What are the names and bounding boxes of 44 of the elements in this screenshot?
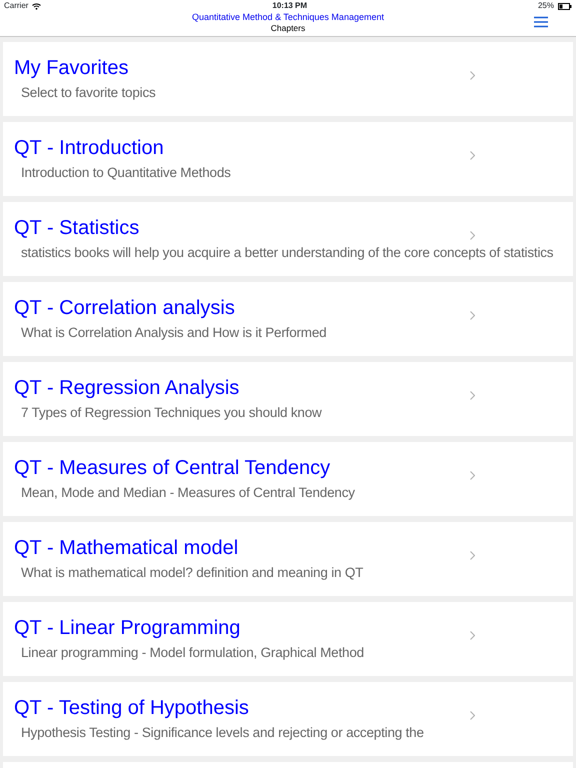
clock-time: 10:13 PM xyxy=(272,0,308,12)
battery-percent: 25% xyxy=(538,0,554,12)
chevron-right-icon xyxy=(470,631,475,640)
chapter-title: QT - Introduction xyxy=(14,136,164,160)
chapter-description: Mean, Mode and Median - Measures of Central Tendency xyxy=(21,484,356,502)
chapter-row[interactable]: QT - Linear Programming Linear programming - Model formulation, Graphical Method xyxy=(3,602,573,676)
chapter-title: QT - Correlation analysis xyxy=(14,296,235,320)
chapter-title: QT - Mathematical model xyxy=(14,536,238,560)
chapter-description: Select to favorite topics xyxy=(21,84,157,102)
chapter-row[interactable]: My Favorites Select to favorite topics xyxy=(3,42,573,116)
chevron-right-icon xyxy=(470,711,475,720)
chapter-row[interactable]: QT - Mathematical model What is mathematical model? definition and meaning in QT xyxy=(3,522,573,596)
chapter-description: statistics books will help you acquire a better understanding of the core concepts of statistics xyxy=(21,244,554,262)
chapter-row[interactable]: QT - Measures of Central Tendency Mean, Mode and Median - Measures of Central Tendency xyxy=(3,442,573,516)
screen-subtitle: Chapters xyxy=(270,23,306,34)
chapter-title: My Favorites xyxy=(14,56,128,80)
chevron-right-icon xyxy=(470,551,475,560)
chapter-description: Hypothesis Testing - Significance levels and rejecting or accepting the xyxy=(21,724,425,742)
chevron-right-icon xyxy=(470,231,475,240)
chapter-row[interactable]: QT - Correlation analysis What is Correlation Analysis and How is it Performed xyxy=(3,282,573,356)
chapter-row[interactable]: QT - Testing of Hypothesis Hypothesis Testing - Significance levels and rejecting or accepting the xyxy=(3,682,573,756)
wifi-icon xyxy=(32,2,42,10)
chevron-right-icon xyxy=(470,151,475,160)
menu-button[interactable] xyxy=(534,16,548,28)
carrier-label: Carrier xyxy=(4,0,28,12)
chapter-title: QT - Measures of Central Tendency xyxy=(14,456,330,480)
chapter-description: Linear programming - Model formulation, Graphical Method xyxy=(21,644,365,662)
chapter-description: Introduction to Quantitative Methods xyxy=(21,164,232,182)
chapter-title: QT - Testing of Hypothesis xyxy=(14,696,249,720)
chevron-right-icon xyxy=(470,471,475,480)
app-title: Quantitative Method & Techniques Management xyxy=(192,12,384,23)
chevron-right-icon xyxy=(470,391,475,400)
chevron-right-icon xyxy=(470,71,475,80)
chapter-description: What is Correlation Analysis and How is it Performed xyxy=(21,324,328,342)
chapter-title: QT - Regression Analysis xyxy=(14,376,240,400)
chapter-description: 7 Types of Regression Techniques you should know xyxy=(21,404,323,422)
chevron-right-icon xyxy=(470,311,475,320)
battery-icon xyxy=(558,2,572,10)
chapter-row[interactable]: QT - Statistics statistics books will help you acquire a better understanding of the core concepts of statistics xyxy=(3,202,573,276)
chapter-title: QT - Statistics xyxy=(14,216,140,240)
chapter-row[interactable]: QT - Introduction Introduction to Quantitative Methods xyxy=(3,122,573,196)
chapter-title: QT - Linear Programming xyxy=(14,616,240,640)
chapter-description: What is mathematical model? definition and meaning in QT xyxy=(21,564,364,582)
chapter-row[interactable]: QT - Regression Analysis 7 Types of Regression Techniques you should know xyxy=(3,362,573,436)
